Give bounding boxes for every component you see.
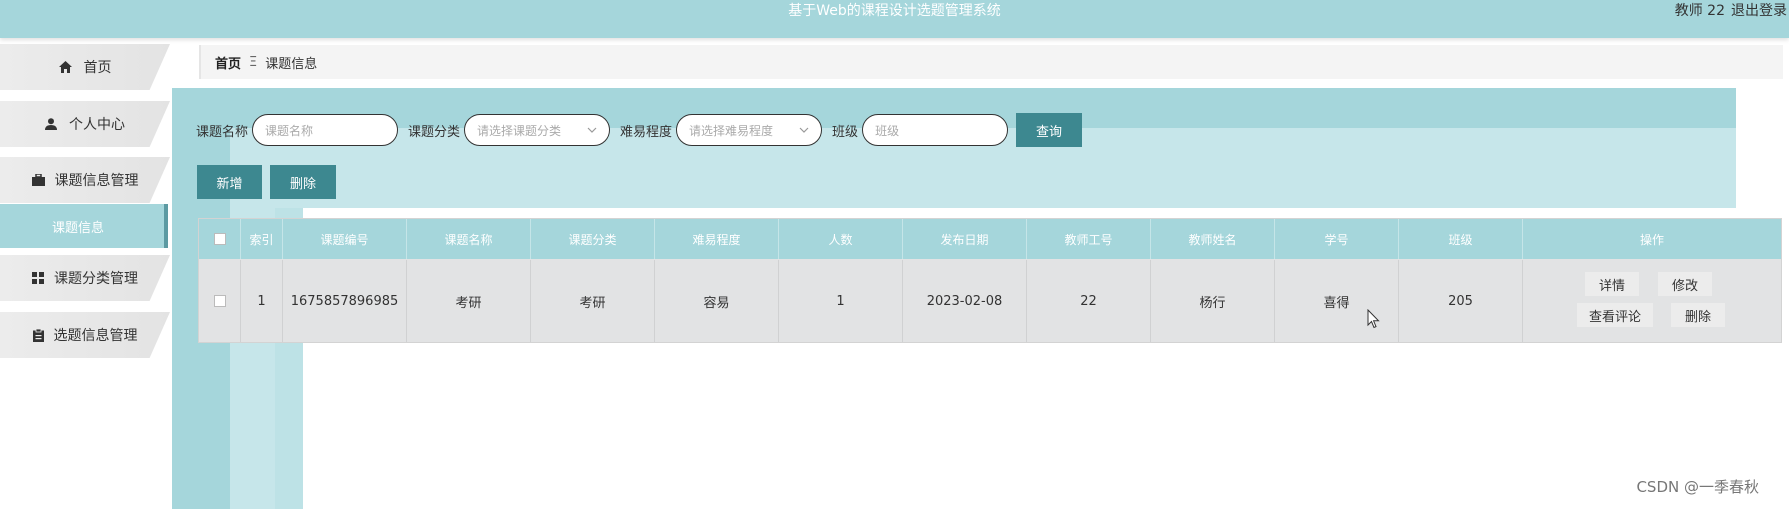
chevron-down-icon [799,127,809,133]
table-cell: 1675857896985 [283,260,407,342]
current-user: 教师 22 [1674,3,1725,19]
sidebar-item-home[interactable]: 首页 [0,44,170,90]
class-label: 班级 [832,124,859,140]
sidebar-subitem-label: 课题信息 [52,220,105,236]
sidebar-subitem-topic-info[interactable]: 课题信息 [0,204,168,248]
sidebar-item-selection-management[interactable]: 选题信息管理 [0,312,170,358]
column-header: 班级 [1399,219,1523,259]
chevron-down-icon [587,127,597,133]
topic-category-select[interactable]: 请选择课题分类 [464,114,611,146]
table-cell: 2023-02-08 [903,260,1027,342]
watermark: CSDN @一季春秋 [1636,478,1759,496]
column-header: 课题编号 [283,219,407,259]
search-form: 课题名称 课题名称 课题分类 请选择课题分类 难易程度 请选择难易程度 班级 班… [196,113,1083,147]
column-header: 教师姓名 [1151,219,1275,259]
breadcrumb-current: 课题信息 [265,56,318,72]
column-header: 难易程度 [655,219,779,259]
column-header: 教师工号 [1027,219,1151,259]
topic-name-input[interactable]: 课题名称 [252,114,399,146]
column-header: 索引 [241,219,283,259]
row-checkbox-cell [199,260,241,342]
search-button[interactable]: 查询 [1016,113,1083,147]
sidebar-item-label: 个人中心 [69,117,125,133]
sidebar: 首页 个人中心 课题信息管理 课题信息 课题分类管理 选题信息管理 [0,40,172,509]
edit-button[interactable]: 修改 [1658,272,1712,296]
column-header: 发布日期 [903,219,1027,259]
row-checkbox[interactable] [213,295,226,307]
sidebar-item-label: 课题信息管理 [54,173,139,189]
breadcrumb-separator: Ξ [249,54,258,70]
difficulty-label: 难易程度 [620,124,673,140]
table-cell: 杨行 [1151,260,1275,342]
home-icon [58,61,72,73]
topic-category-label: 课题分类 [408,124,461,140]
sidebar-item-profile[interactable]: 个人中心 [0,101,170,147]
top-bar: 基于Web的课程设计选题管理系统 教师 22 退出登录 [0,0,1789,38]
table-cell: 22 [1027,260,1151,342]
table-header: 索引 课题编号 课题名称 课题分类 难易程度 人数 发布日期 教师工号 教师姓名… [199,219,1781,259]
app-title: 基于Web的课程设计选题管理系统 [788,3,1001,19]
grid-icon [32,272,44,284]
select-all-checkbox[interactable] [213,233,226,245]
table-cell: 1 [241,260,283,342]
topic-table: 索引 课题编号 课题名称 课题分类 难易程度 人数 发布日期 教师工号 教师姓名… [198,218,1782,343]
table-cell: 205 [1399,260,1523,342]
user-info: 教师 22 退出登录 [1675,0,1789,22]
briefcase-icon [31,174,45,186]
clipboard-icon [32,328,44,342]
breadcrumb-home[interactable]: 首页 [215,53,241,72]
sidebar-item-label: 首页 [83,60,112,76]
delete-button[interactable]: 删除 [270,165,336,199]
table-cell: 考研 [531,260,655,342]
column-header: 学号 [1275,219,1399,259]
breadcrumb: 首页 Ξ 课题信息 [199,45,1783,79]
column-header: 课题分类 [531,219,655,259]
difficulty-select[interactable]: 请选择难易程度 [676,114,823,146]
operations-cell [1523,260,1781,342]
sidebar-item-label: 选题信息管理 [53,328,138,344]
select-all-cell [199,219,241,259]
user-icon [45,118,57,130]
detail-button[interactable]: 详情 [1585,272,1639,296]
view-comments-button[interactable]: 查看评论 [1577,303,1653,327]
sidebar-item-topic-management[interactable]: 课题信息管理 [0,157,170,203]
topic-name-label: 课题名称 [196,124,249,140]
column-header: 课题名称 [407,219,531,259]
add-button[interactable]: 新增 [197,165,262,199]
row-delete-button[interactable]: 删除 [1671,303,1725,327]
sidebar-item-category-management[interactable]: 课题分类管理 [0,255,170,301]
logout-link[interactable]: 退出登录 [1731,3,1787,19]
table-cell: 考研 [407,260,531,342]
table-cell: 喜得 [1275,260,1399,342]
mouse-cursor-icon [1367,309,1380,329]
column-header: 人数 [779,219,903,259]
class-input[interactable]: 班级 [862,114,1009,146]
column-header: 操作 [1639,232,1664,247]
sidebar-item-label: 课题分类管理 [54,271,138,287]
table-cell: 容易 [655,260,779,342]
table-cell: 1 [779,260,903,342]
